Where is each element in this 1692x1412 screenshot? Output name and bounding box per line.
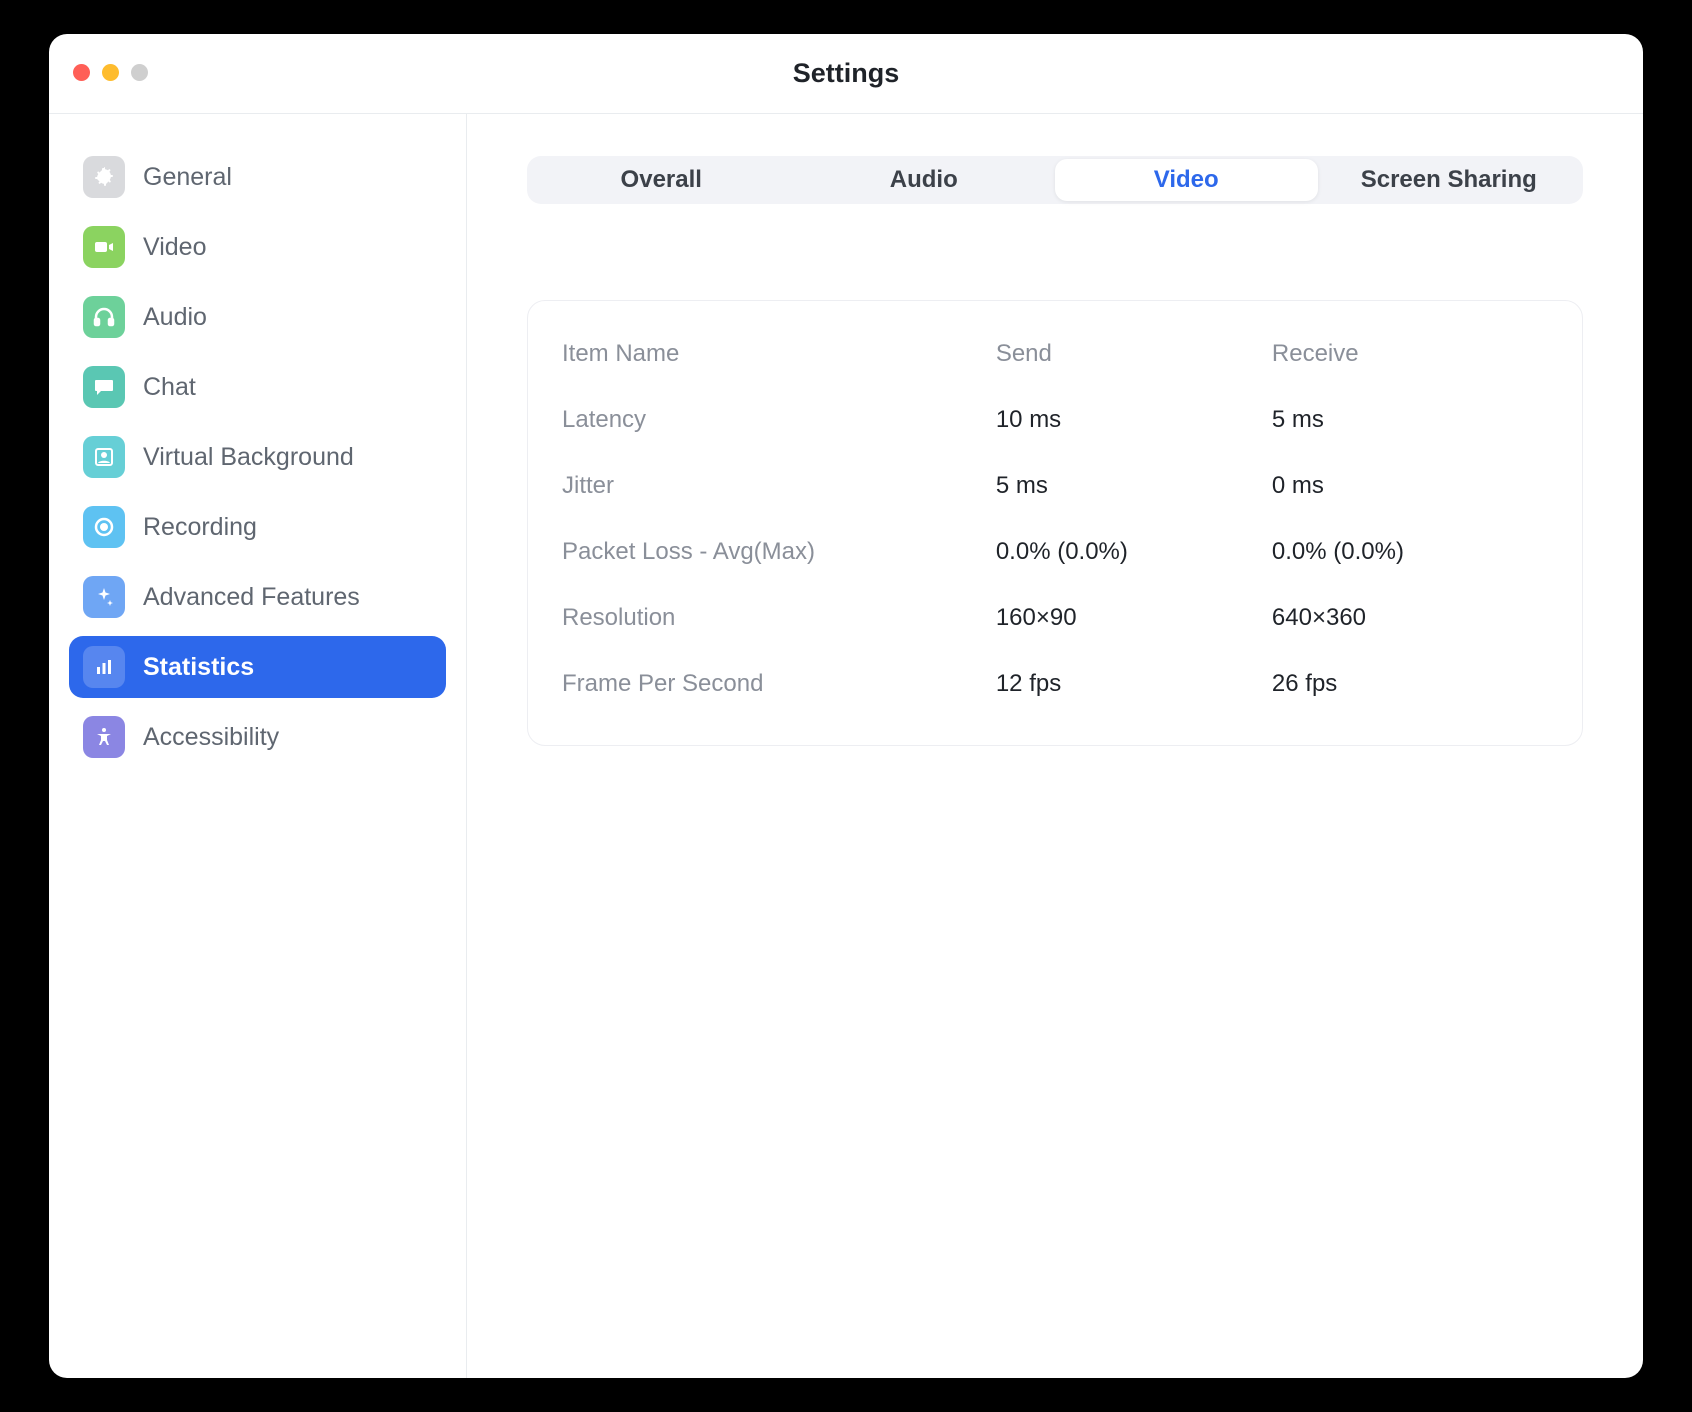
window-minimize-button[interactable] bbox=[102, 64, 119, 81]
record-icon bbox=[83, 506, 125, 548]
sparkle-icon bbox=[83, 576, 125, 618]
sidebar-item-general[interactable]: General bbox=[69, 146, 446, 208]
window-maximize-button[interactable] bbox=[131, 64, 148, 81]
sidebar-item-statistics[interactable]: Statistics bbox=[69, 636, 446, 698]
col-header-receive: Receive bbox=[1272, 340, 1548, 368]
stat-recv: 640×360 bbox=[1272, 604, 1548, 632]
sidebar-item-label: Statistics bbox=[143, 653, 254, 682]
sidebar-item-label: Recording bbox=[143, 513, 257, 542]
sidebar-item-chat[interactable]: Chat bbox=[69, 356, 446, 418]
stat-name: Latency bbox=[562, 406, 996, 434]
col-header-name: Item Name bbox=[562, 340, 996, 368]
col-header-send: Send bbox=[996, 340, 1272, 368]
stat-name: Resolution bbox=[562, 604, 996, 632]
tab-screen-sharing[interactable]: Screen Sharing bbox=[1318, 159, 1581, 201]
tab-label: Overall bbox=[621, 166, 702, 194]
bar-chart-icon bbox=[83, 646, 125, 688]
window-title: Settings bbox=[49, 58, 1643, 89]
sidebar-item-label: Virtual Background bbox=[143, 443, 354, 472]
tab-video[interactable]: Video bbox=[1055, 159, 1318, 201]
traffic-lights bbox=[73, 64, 148, 81]
tab-overall[interactable]: Overall bbox=[530, 159, 793, 201]
sidebar-item-video[interactable]: Video bbox=[69, 216, 446, 278]
tab-label: Audio bbox=[890, 166, 958, 194]
sidebar-item-advanced-features[interactable]: Advanced Features bbox=[69, 566, 446, 628]
window-close-button[interactable] bbox=[73, 64, 90, 81]
tab-audio[interactable]: Audio bbox=[793, 159, 1056, 201]
stat-send: 10 ms bbox=[996, 406, 1272, 434]
settings-window: Settings General Video Audio bbox=[49, 34, 1643, 1378]
stat-name: Frame Per Second bbox=[562, 670, 996, 698]
sidebar-item-recording[interactable]: Recording bbox=[69, 496, 446, 558]
sidebar-item-label: General bbox=[143, 163, 232, 192]
headphones-icon bbox=[83, 296, 125, 338]
stats-row: Jitter 5 ms 0 ms bbox=[562, 453, 1548, 519]
stats-header-row: Item Name Send Receive bbox=[562, 321, 1548, 387]
stat-recv: 26 fps bbox=[1272, 670, 1548, 698]
stat-name: Jitter bbox=[562, 472, 996, 500]
sidebar-item-label: Accessibility bbox=[143, 723, 279, 752]
sidebar-item-label: Chat bbox=[143, 373, 196, 402]
stats-row: Resolution 160×90 640×360 bbox=[562, 585, 1548, 651]
chat-bubble-icon bbox=[83, 366, 125, 408]
stat-recv: 0.0% (0.0%) bbox=[1272, 538, 1548, 566]
stat-send: 160×90 bbox=[996, 604, 1272, 632]
stats-tabbar: Overall Audio Video Screen Sharing bbox=[527, 156, 1583, 204]
stat-send: 5 ms bbox=[996, 472, 1272, 500]
sidebar-item-label: Advanced Features bbox=[143, 583, 360, 612]
portrait-icon bbox=[83, 436, 125, 478]
accessibility-icon bbox=[83, 716, 125, 758]
stat-name: Packet Loss - Avg(Max) bbox=[562, 538, 996, 566]
sidebar-item-audio[interactable]: Audio bbox=[69, 286, 446, 348]
stats-row: Packet Loss - Avg(Max) 0.0% (0.0%) 0.0% … bbox=[562, 519, 1548, 585]
stat-recv: 0 ms bbox=[1272, 472, 1548, 500]
tab-label: Video bbox=[1154, 166, 1219, 194]
sidebar-item-label: Video bbox=[143, 233, 207, 262]
sidebar-item-label: Audio bbox=[143, 303, 207, 332]
video-camera-icon bbox=[83, 226, 125, 268]
stat-send: 12 fps bbox=[996, 670, 1272, 698]
stat-recv: 5 ms bbox=[1272, 406, 1548, 434]
stats-row: Latency 10 ms 5 ms bbox=[562, 387, 1548, 453]
gear-icon bbox=[83, 156, 125, 198]
tab-label: Screen Sharing bbox=[1361, 166, 1537, 194]
titlebar: Settings bbox=[49, 34, 1643, 114]
stats-row: Frame Per Second 12 fps 26 fps bbox=[562, 651, 1548, 717]
main-panel: Overall Audio Video Screen Sharing Item … bbox=[467, 114, 1643, 1378]
stat-send: 0.0% (0.0%) bbox=[996, 538, 1272, 566]
sidebar-item-accessibility[interactable]: Accessibility bbox=[69, 706, 446, 768]
sidebar-item-virtual-background[interactable]: Virtual Background bbox=[69, 426, 446, 488]
stats-table: Item Name Send Receive Latency 10 ms 5 m… bbox=[527, 300, 1583, 746]
sidebar: General Video Audio Chat bbox=[49, 114, 467, 1378]
